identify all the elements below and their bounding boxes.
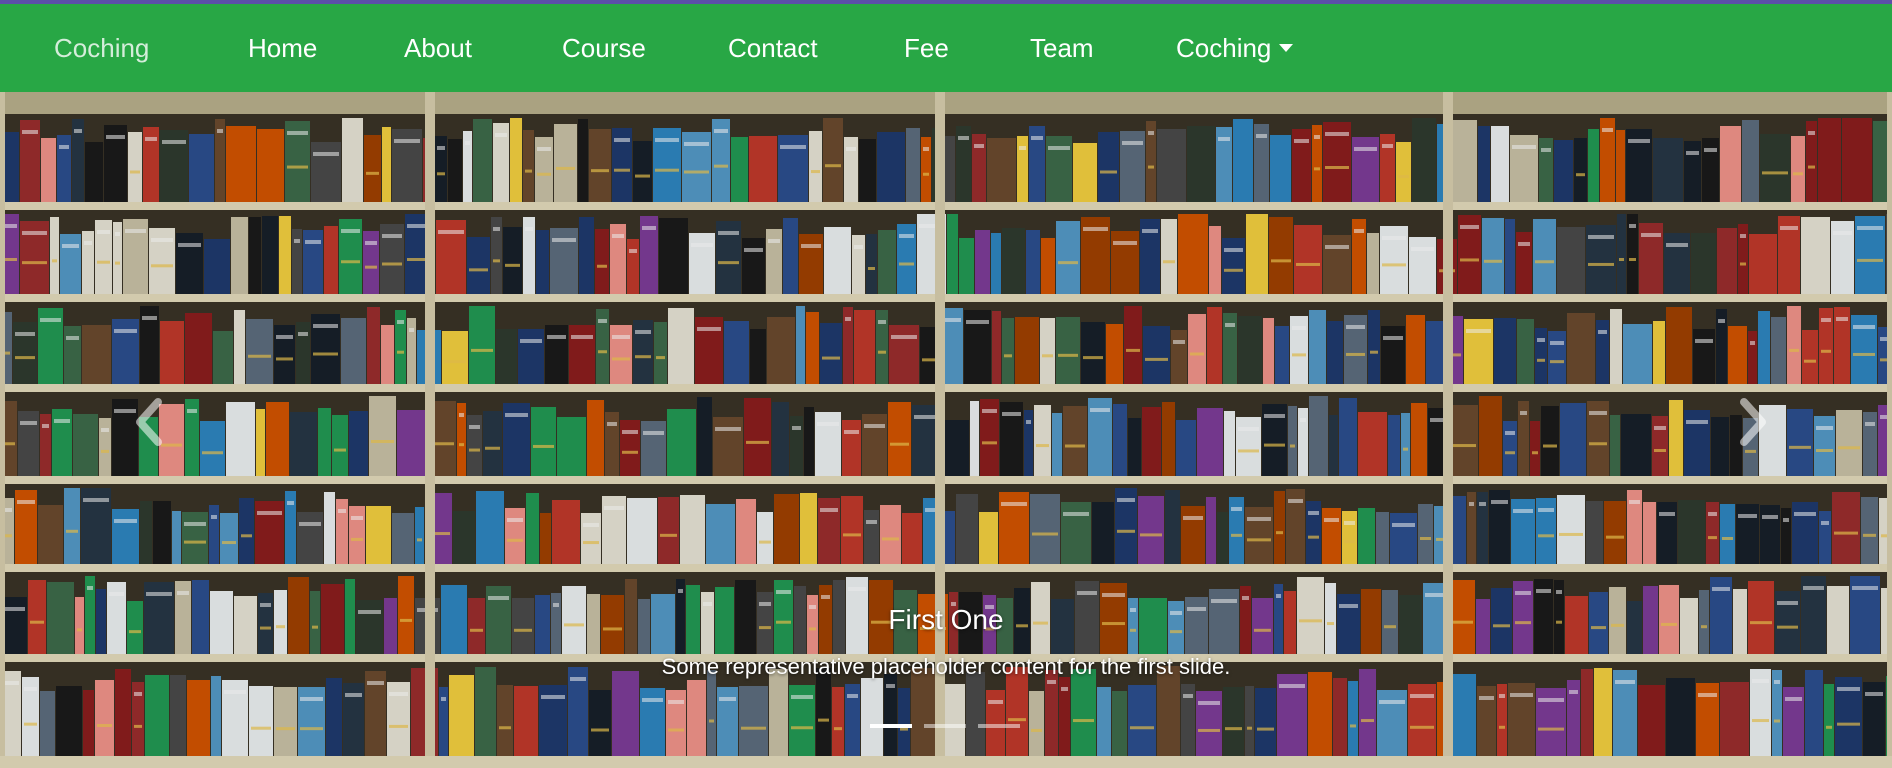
- chevron-right-icon: [1740, 398, 1766, 446]
- hero-carousel: First One Some representative placeholde…: [0, 92, 1892, 768]
- carousel-next-button[interactable]: [1722, 382, 1782, 462]
- nav-dropdown-toggle[interactable]: Coching: [1176, 32, 1294, 64]
- slide-caption: Some representative placeholder content …: [661, 654, 1231, 679]
- carousel-prev-button[interactable]: [120, 382, 180, 462]
- nav-course[interactable]: Course: [562, 33, 646, 64]
- carousel-indicators: [870, 724, 1020, 728]
- nav-fee[interactable]: Fee: [904, 33, 949, 64]
- nav-dropdown-label: Coching: [1176, 32, 1272, 63]
- carousel-indicator-2[interactable]: [924, 724, 966, 728]
- carousel-indicator-1[interactable]: [870, 724, 912, 728]
- chevron-left-icon: [136, 398, 162, 446]
- nav-home[interactable]: Home: [248, 33, 317, 64]
- navbar-brand[interactable]: Coching: [54, 33, 149, 64]
- navbar: Coching Home About Course Contact Fee Te…: [0, 4, 1892, 92]
- nav-contact[interactable]: Contact: [728, 33, 818, 64]
- slide-title: First One: [888, 604, 1004, 635]
- nav-team[interactable]: Team: [1030, 33, 1094, 64]
- nav-about[interactable]: About: [404, 33, 472, 64]
- carousel-indicator-3[interactable]: [978, 724, 1020, 728]
- caret-down-icon: [1279, 43, 1294, 52]
